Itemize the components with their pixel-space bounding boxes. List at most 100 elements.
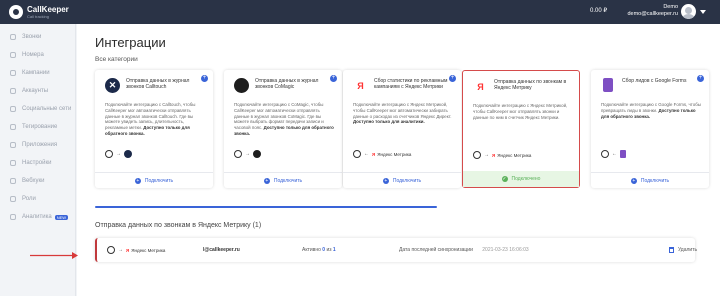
hash-icon (10, 52, 16, 58)
plus-icon[interactable]: + (449, 75, 456, 82)
user-email: demo@callkeeper.ru (627, 11, 678, 17)
plus-icon: + (263, 177, 270, 184)
integration-flow: ← Я Яндекс Метрика (353, 150, 411, 158)
plus-icon[interactable]: + (330, 75, 337, 82)
sidebar-item-settings[interactable]: Настройки (10, 158, 51, 168)
tag-icon (10, 124, 16, 130)
brand-subtitle: Call tracking (27, 13, 50, 19)
new-badge: NEW (54, 214, 69, 220)
sidebar-item-label: Аналитика (22, 214, 52, 220)
user-name: Demo (663, 4, 678, 10)
logo[interactable]: CallKeeper Call tracking (9, 5, 69, 19)
account-email: l@callkeeper.ru (203, 247, 240, 253)
arrow-right-icon: → (116, 151, 121, 157)
integration-flow: → (234, 150, 261, 158)
delete-button[interactable]: Удалить (669, 247, 697, 253)
integration-flow: → Я Яндекс Метрика (473, 151, 531, 159)
comagic-logo-icon (234, 78, 249, 93)
subsection-title: Отправка данных по звонкам в Яндекс Метр… (95, 222, 262, 229)
arrow-left-icon: ← (612, 151, 617, 157)
yandex-icon: Я (372, 151, 376, 157)
callkeeper-icon (601, 150, 609, 158)
plus-icon[interactable]: + (697, 75, 704, 82)
card-title: Отправка данных в журнал звонков Calltou… (126, 78, 190, 90)
callkeeper-icon (353, 150, 361, 158)
connect-button[interactable]: + Подключить (95, 172, 213, 188)
sidebar-item-tagging[interactable]: Тегирование (10, 122, 57, 132)
phone-icon (10, 34, 16, 40)
page-title: Интеграции (95, 35, 166, 50)
connect-button[interactable]: + Подключить (343, 172, 461, 188)
google-forms-icon (620, 150, 626, 158)
yandex-icon: Я (492, 152, 496, 158)
social-icon (10, 106, 16, 112)
plus-icon: + (382, 177, 389, 184)
sidebar-item-webhooks[interactable]: Вебхуки (10, 176, 45, 186)
campaign-icon (10, 70, 16, 76)
plus-icon[interactable]: + (201, 75, 208, 82)
gear-icon (10, 160, 16, 166)
google-forms-logo-icon (603, 78, 613, 92)
sidebar-item-apps[interactable]: Приложения (10, 140, 57, 150)
sidebar-item-accounts[interactable]: Аккаунты (10, 86, 48, 96)
sidebar-item-label: Тегирование (22, 124, 58, 130)
apps-icon (10, 142, 16, 148)
flow-target-label: Яндекс Метрика (497, 152, 532, 158)
connected-status[interactable]: ✓ Подключено (463, 171, 579, 187)
arrow-right-icon: → (245, 151, 250, 157)
avatar[interactable] (681, 4, 696, 19)
chevron-down-icon[interactable] (700, 10, 706, 14)
carousel-scrollbar[interactable] (95, 206, 437, 208)
card-description: Подключайте интеграцию с Calltouch, чтоб… (105, 102, 196, 136)
plus-icon: + (630, 177, 637, 184)
integration-card-yandex-metrika: Я Отправка данных по звонкам в Яндекс Ме… (462, 70, 580, 188)
balance[interactable]: 0.00 ₽ (590, 7, 607, 14)
card-description: Подключайте интеграцию с Google Forms, ч… (601, 102, 701, 119)
card-description: Подключайте интеграцию с CoMagic, чтобы … (234, 102, 334, 136)
integration-card-calltouch: ✕ Отправка данных в журнал звонков Callt… (95, 70, 213, 188)
connect-button[interactable]: + Подключить (591, 172, 709, 188)
yandex-icon: Я (126, 247, 130, 253)
integration-card-comagic: Отправка данных в журнал звонков CoMagic… (224, 70, 342, 188)
comagic-icon (253, 150, 261, 158)
sidebar-item-calls[interactable]: Звонки (10, 32, 41, 42)
yandex-logo-icon: Я (473, 79, 488, 94)
arrow-left-icon: ← (364, 151, 369, 157)
analytics-icon (10, 214, 16, 220)
connect-button[interactable]: + Подключить (224, 172, 342, 188)
user-info[interactable]: Demo demo@callkeeper.ru (620, 4, 678, 18)
sidebar-item-numbers[interactable]: Номера (10, 50, 44, 60)
last-sync: Дата последней синхронизации 2021-03-23 … (399, 247, 529, 253)
card-title: Сбор лидов с Google Forms (622, 78, 687, 84)
sidebar-item-social[interactable]: Социальные сети (10, 104, 71, 114)
top-bar: CallKeeper Call tracking 0.00 ₽ Demo dem… (0, 0, 720, 24)
sidebar-item-label: Аккаунты (22, 88, 49, 94)
trash-icon (669, 247, 674, 253)
sidebar-item-label: Кампании (22, 70, 50, 76)
integration-flow: → Я Яндекс Метрика (107, 246, 165, 254)
sidebar-item-label: Номера (22, 52, 44, 58)
arrow-right-icon: → (484, 152, 489, 158)
integration-card-yandex-stats: Я Сбор статистики по рекламным кампаниям… (343, 70, 461, 188)
arrow-right-icon: → (118, 247, 123, 253)
sidebar-item-campaigns[interactable]: Кампании (10, 68, 50, 78)
callkeeper-icon (105, 150, 113, 158)
sidebar-item-label: Настройки (22, 160, 52, 166)
callkeeper-icon (107, 246, 115, 254)
integration-flow: → (105, 150, 132, 158)
flow-target-label: Яндекс Метрика (377, 151, 412, 157)
section-label: Все категории (95, 56, 138, 63)
integration-row: → Я Яндекс Метрика l@callkeeper.ru Актив… (95, 238, 697, 262)
card-description: Подключайте интеграцию с Яндекс Метрикой… (473, 103, 568, 120)
sidebar-item-label: Звонки (22, 34, 42, 40)
callkeeper-icon (473, 151, 481, 159)
logo-icon (9, 5, 23, 19)
card-title: Отправка данных по звонкам в Яндекс Метр… (494, 79, 567, 91)
check-icon: ✓ (501, 176, 508, 182)
sidebar-item-analytics[interactable]: Аналитика NEW (10, 212, 69, 222)
active-status: Активно 0 из 1 (302, 247, 336, 253)
accounts-icon (10, 88, 16, 94)
sidebar-item-roles[interactable]: Роли (10, 194, 36, 204)
annotation-arrow (30, 252, 78, 259)
integration-flow: ← (601, 150, 626, 158)
